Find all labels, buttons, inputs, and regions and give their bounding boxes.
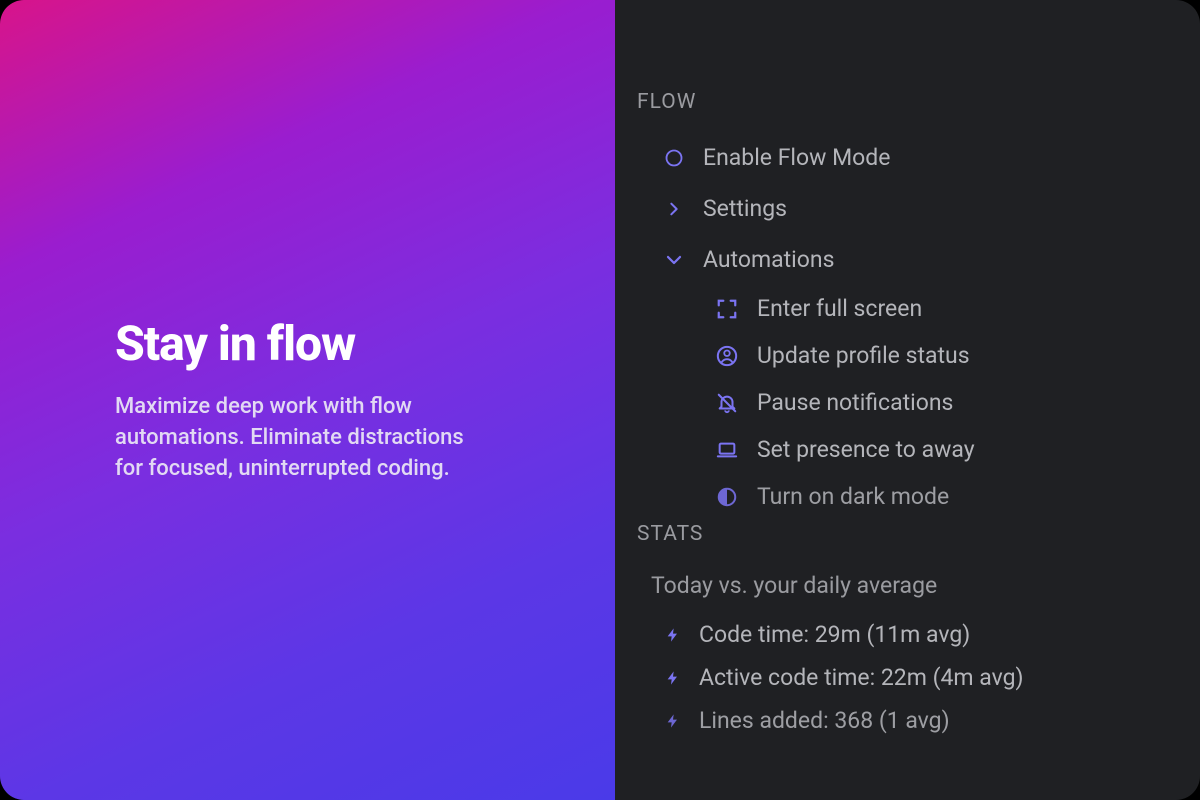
hero-description: Maximize deep work with flow automations…	[115, 392, 495, 484]
moon-icon	[715, 485, 739, 509]
bolt-icon	[663, 668, 683, 688]
stat-active-code-time: Active code time: 22m (4m avg)	[635, 656, 1170, 699]
stat-code-time: Code time: 29m (11m avg)	[635, 613, 1170, 656]
bolt-icon	[663, 625, 683, 645]
sidebar-panel: FLOW Enable Flow Mode Settings Automatio…	[615, 0, 1200, 800]
hero-panel: Stay in flow Maximize deep work with flo…	[0, 0, 615, 800]
flow-section-header: FLOW	[635, 90, 1170, 114]
laptop-icon	[715, 438, 739, 462]
automation-update-profile[interactable]: Update profile status	[635, 332, 1170, 379]
stats-section: STATS Today vs. your daily average Code …	[635, 522, 1170, 742]
stats-section-header: STATS	[635, 522, 1170, 546]
circle-unchecked-icon	[663, 147, 685, 169]
stat-lines-added: Lines added: 368 (1 avg)	[635, 699, 1170, 742]
automation-label: Set presence to away	[757, 436, 975, 463]
bell-off-icon	[715, 391, 739, 415]
settings-item[interactable]: Settings	[635, 183, 1170, 234]
hero-title: Stay in flow	[115, 315, 525, 372]
bolt-icon	[663, 711, 683, 731]
automation-dark-mode[interactable]: Turn on dark mode	[635, 473, 1170, 512]
automation-label: Turn on dark mode	[757, 483, 949, 510]
automation-label: Pause notifications	[757, 389, 953, 416]
enable-flow-label: Enable Flow Mode	[703, 144, 890, 171]
automations-label: Automations	[703, 246, 834, 273]
fullscreen-icon	[715, 297, 739, 321]
automation-label: Enter full screen	[757, 295, 922, 322]
app-container: Stay in flow Maximize deep work with flo…	[0, 0, 1200, 800]
automation-pause-notifications[interactable]: Pause notifications	[635, 379, 1170, 426]
settings-label: Settings	[703, 195, 787, 222]
chevron-down-icon	[663, 249, 685, 271]
automation-set-presence-away[interactable]: Set presence to away	[635, 426, 1170, 473]
automation-label: Update profile status	[757, 342, 970, 369]
enable-flow-mode-toggle[interactable]: Enable Flow Mode	[635, 132, 1170, 183]
chevron-right-icon	[663, 198, 685, 220]
stat-label: Active code time: 22m (4m avg)	[699, 664, 1024, 691]
stat-label: Code time: 29m (11m avg)	[699, 621, 970, 648]
automations-item[interactable]: Automations	[635, 234, 1170, 285]
stat-label: Lines added: 368 (1 avg)	[699, 707, 950, 734]
profile-icon	[715, 344, 739, 368]
automation-enter-fullscreen[interactable]: Enter full screen	[635, 285, 1170, 332]
stats-subtitle: Today vs. your daily average	[635, 564, 1170, 613]
flow-section: FLOW Enable Flow Mode Settings Automatio…	[635, 90, 1170, 512]
